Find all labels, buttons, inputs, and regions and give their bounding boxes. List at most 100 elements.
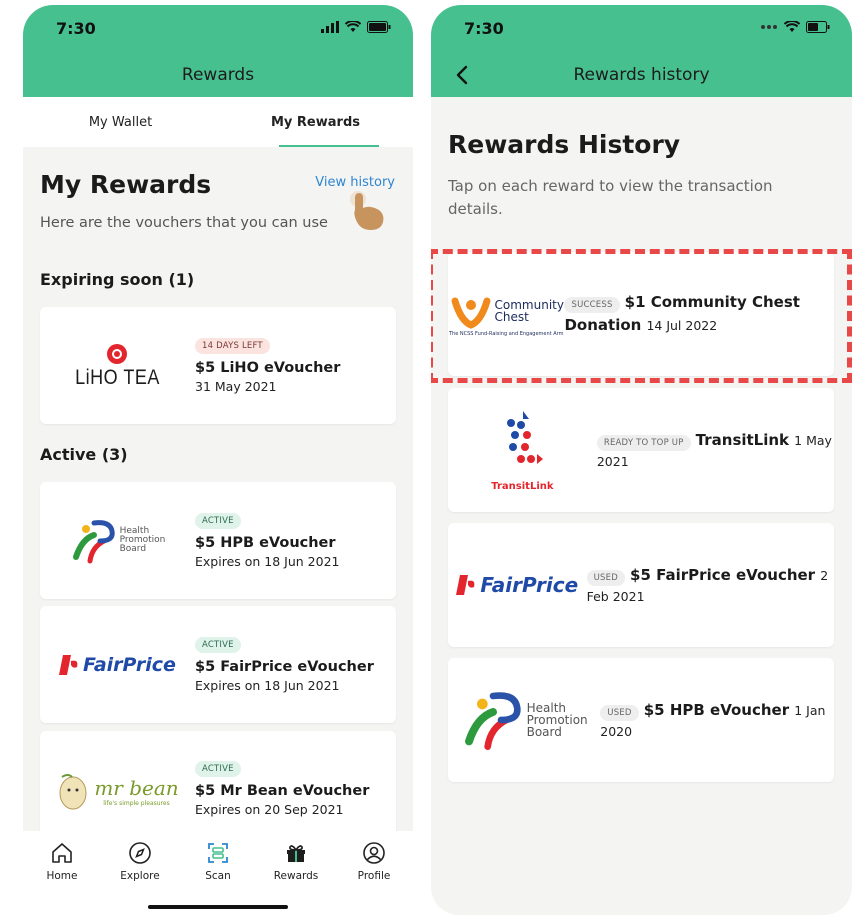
back-arrow-icon[interactable] <box>451 63 475 87</box>
voucher-date: Expires on 18 Jun 2021 <box>195 677 340 693</box>
nav-profile-label: Profile <box>357 870 391 882</box>
gift-icon <box>287 845 305 862</box>
nav-home[interactable]: Home <box>32 841 92 915</box>
status-bar: 7:30 <box>431 5 852 53</box>
voucher-date: Expires on 18 Jun 2021 <box>195 553 340 569</box>
voucher-title: $5 Mr Bean eVoucher <box>195 783 370 799</box>
page-title: My Rewards <box>40 170 212 199</box>
voucher-date: Expires on 20 Sep 2021 <box>195 802 344 817</box>
active-badge: ACTIVE <box>195 636 241 653</box>
voucher-card-liho[interactable]: LiHO TEA 14 DAYS LEFT $5 LiHO eVoucher 3… <box>40 307 396 424</box>
transitlink-logo-text: TransitLink <box>491 480 554 492</box>
nav-scan-label: Scan <box>205 870 231 882</box>
liho-logo-text: LiHO TEA <box>75 364 160 389</box>
history-card-fairprice[interactable]: FairPrice USED $5 FairPrice eVoucher 2 F… <box>448 523 834 647</box>
tap-hand-icon <box>350 191 384 230</box>
expiring-section-label: Expiring soon (1) <box>40 270 195 289</box>
nav-bar: Rewards history <box>431 53 852 97</box>
days-left-badge: 14 DAYS LEFT <box>195 337 270 354</box>
fairprice-mark-icon <box>456 575 475 595</box>
home-icon <box>52 843 72 863</box>
voucher-date: 31 May 2021 <box>195 378 277 394</box>
hpb-logo: Health Promotion Board <box>448 658 600 782</box>
nav-rewards-label: Rewards <box>273 870 319 882</box>
status-icons <box>321 21 391 33</box>
status-time: 7:30 <box>56 19 96 38</box>
nav-profile[interactable]: Profile <box>344 841 404 915</box>
nav-home-label: Home <box>46 870 78 882</box>
tab-my-rewards[interactable]: My Rewards <box>218 97 413 147</box>
view-history-link[interactable]: View history <box>315 175 395 190</box>
transitlink-dots-icon <box>507 410 544 464</box>
reward-date: 14 Jul 2022 <box>646 318 718 333</box>
rewards-history-screen: 7:30 Rewards history Rewards History Tap… <box>431 5 852 915</box>
history-card-transitlink[interactable]: TransitLink READY TO TOP UP TransitLink … <box>448 388 834 512</box>
status-badge: USED <box>586 570 625 586</box>
hpb-logo-line3: Board <box>526 725 562 739</box>
nav-explore-label: Explore <box>120 870 160 882</box>
scan-icon <box>208 843 228 863</box>
voucher-card-hpb[interactable]: Health Promotion Board ACTIVE $5 HPB eVo… <box>40 482 396 599</box>
hpb-figure-icon <box>464 692 521 750</box>
nav-rewards[interactable]: Rewards <box>266 841 326 915</box>
liho-lion-icon <box>107 344 128 364</box>
hpb-logo-line3: Board <box>119 544 147 554</box>
page-title: Rewards History <box>448 130 681 159</box>
nav-scan[interactable]: Scan <box>188 841 248 915</box>
fairprice-logo-text: FairPrice <box>480 573 579 597</box>
status-time: 7:30 <box>464 19 504 38</box>
community-chest-tagline: The NCSS Fund-Raising and Engagement Arm <box>449 331 564 337</box>
voucher-title: $5 LiHO eVoucher <box>195 359 341 376</box>
liho-logo: LiHO TEA <box>40 307 195 424</box>
history-subtext: Tap on each reward to view the transacti… <box>448 177 773 218</box>
wifi-icon <box>784 21 800 32</box>
bottom-nav: Home Explore Scan Rewards Profile <box>23 831 413 915</box>
wallet-tabs: My Wallet My Rewards <box>23 97 413 147</box>
hpb-logo: Health Promotion Board <box>40 482 195 599</box>
rewards-screen: 7:30 Rewards My Wallet My Rewards My Rew… <box>23 5 413 915</box>
battery-icon <box>806 21 830 33</box>
mr-bean-logo: mr bean life's simple pleasures <box>40 761 195 811</box>
history-card-community-chest[interactable]: Community Chest The NCSS Fund-Raising an… <box>448 252 834 376</box>
status-icons <box>760 21 830 33</box>
community-chest-figure-icon <box>451 297 491 329</box>
nav-title: Rewards <box>181 65 255 85</box>
signal-dots-icon <box>761 25 777 29</box>
transitlink-logo: TransitLink <box>448 388 597 512</box>
tab-my-wallet[interactable]: My Wallet <box>23 97 218 147</box>
fairprice-logo: FairPrice <box>448 523 587 647</box>
active-badge: ACTIVE <box>195 512 241 529</box>
wifi-icon <box>345 21 361 32</box>
community-chest-logo: Community Chest The NCSS Fund-Raising an… <box>448 252 564 376</box>
mr-bean-logo-text: mr bean <box>94 775 179 800</box>
history-card-hpb[interactable]: Health Promotion Board USED $5 HPB eVouc… <box>448 658 834 782</box>
status-bar: 7:30 <box>23 5 413 53</box>
community-chest-line2: Chest <box>494 310 529 324</box>
voucher-title: $5 HPB eVoucher <box>195 534 336 551</box>
active-section-label: Active (3) <box>40 445 128 464</box>
voucher-card-fairprice[interactable]: FairPrice ACTIVE $5 FairPrice eVoucher E… <box>40 606 396 723</box>
rewards-subtext: Here are the vouchers that you can use <box>40 215 328 231</box>
hpb-figure-icon <box>72 519 115 563</box>
nav-title: Rewards history <box>573 65 710 85</box>
status-badge: READY TO TOP UP <box>596 435 691 451</box>
voucher-title: $5 FairPrice eVoucher <box>195 658 374 675</box>
compass-icon <box>129 842 151 864</box>
reward-title: TransitLink <box>695 431 790 449</box>
fairprice-logo: FairPrice <box>40 606 195 723</box>
battery-icon <box>367 21 391 33</box>
fairprice-logo-text: FairPrice <box>83 653 176 676</box>
tab-indicator <box>279 145 379 147</box>
nav-explore[interactable]: Explore <box>110 841 170 915</box>
nav-bar: Rewards <box>23 53 413 97</box>
active-badge: ACTIVE <box>195 761 241 777</box>
reward-title: $5 HPB eVoucher <box>643 701 790 719</box>
home-indicator <box>148 905 288 909</box>
mr-bean-tagline: life's simple pleasures <box>103 799 170 807</box>
fairprice-mark-icon <box>59 654 78 675</box>
mr-bean-mascot-icon <box>59 774 87 810</box>
status-badge: SUCCESS <box>564 297 620 313</box>
profile-icon <box>363 842 385 864</box>
signal-icon <box>321 21 339 33</box>
status-badge: USED <box>600 705 639 721</box>
